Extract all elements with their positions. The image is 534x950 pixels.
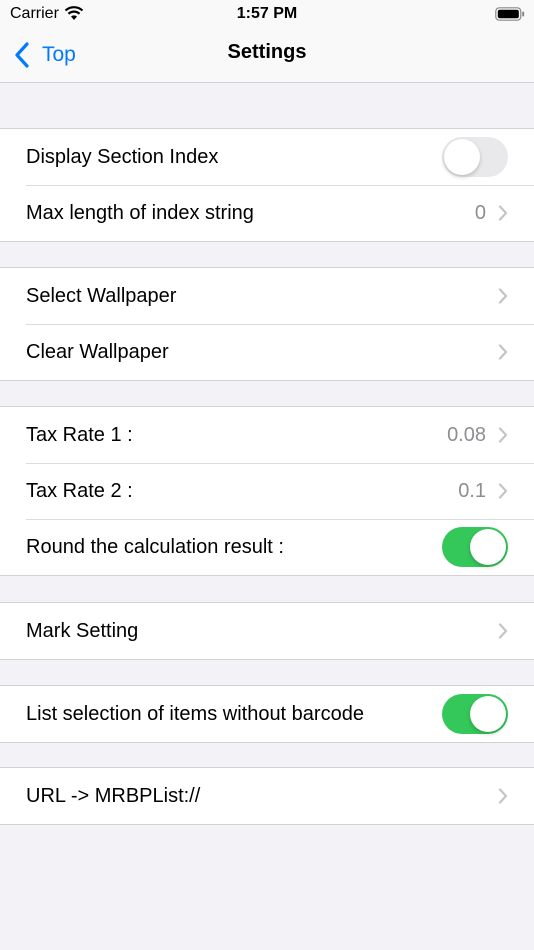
row-label: URL -> MRBPList:// — [26, 784, 201, 807]
chevron-right-icon — [498, 288, 508, 304]
section-url: URL -> MRBPList:// — [0, 767, 534, 825]
page-title: Settings — [227, 41, 307, 63]
battery-icon — [495, 7, 525, 21]
section-wallpaper: Select Wallpaper Clear Wallpaper — [0, 267, 534, 381]
toggle-knob — [444, 139, 480, 175]
section-tax: Tax Rate 1 : 0.08 Tax Rate 2 : 0.1 Round… — [0, 406, 534, 576]
navigation-bar: Top Settings — [0, 28, 534, 83]
row-label: Tax Rate 2 : — [26, 479, 133, 502]
row-detail: 0 — [474, 201, 486, 224]
section-mark: Mark Setting — [0, 602, 534, 660]
chevron-right-icon — [498, 788, 508, 804]
row-label: Display Section Index — [26, 145, 219, 168]
row-label: Max length of index string — [26, 201, 254, 224]
row-detail: 0.1 — [458, 479, 486, 502]
toggle-knob — [470, 696, 506, 732]
chevron-right-icon — [498, 427, 508, 443]
status-bar: Carrier 1:57 PM — [0, 0, 534, 28]
row-label: Tax Rate 1 : — [26, 423, 133, 446]
row-label: Select Wallpaper — [26, 284, 177, 307]
row-max-length-index-string[interactable]: Max length of index string 0 — [0, 185, 534, 241]
row-label: Round the calculation result : — [26, 535, 284, 558]
chevron-right-icon — [498, 205, 508, 221]
row-clear-wallpaper[interactable]: Clear Wallpaper — [0, 324, 534, 380]
section-barcode: List selection of items without barcode — [0, 685, 534, 743]
status-time: 1:57 PM — [236, 5, 298, 22]
row-display-section-index[interactable]: Display Section Index — [0, 129, 534, 185]
row-list-without-barcode[interactable]: List selection of items without barcode — [0, 686, 534, 742]
row-round-calculation[interactable]: Round the calculation result : — [0, 519, 534, 575]
round-calculation-toggle[interactable] — [442, 527, 508, 567]
row-tax-rate-2[interactable]: Tax Rate 2 : 0.1 — [0, 463, 534, 519]
chevron-right-icon — [498, 344, 508, 360]
row-select-wallpaper[interactable]: Select Wallpaper — [0, 268, 534, 324]
row-tax-rate-1[interactable]: Tax Rate 1 : 0.08 — [0, 407, 534, 463]
list-without-barcode-toggle[interactable] — [442, 694, 508, 734]
chevron-right-icon — [498, 623, 508, 639]
row-label: Clear Wallpaper — [26, 340, 169, 363]
row-detail: 0.08 — [447, 423, 486, 446]
toggle-knob — [470, 529, 506, 565]
row-label: List selection of items without barcode — [26, 702, 364, 725]
row-mark-setting[interactable]: Mark Setting — [0, 603, 534, 659]
display-section-index-toggle[interactable] — [442, 137, 508, 177]
section-index: Display Section Index Max length of inde… — [0, 128, 534, 242]
chevron-right-icon — [498, 483, 508, 499]
row-url-scheme[interactable]: URL -> MRBPList:// — [0, 768, 534, 824]
row-label: Mark Setting — [26, 619, 139, 642]
